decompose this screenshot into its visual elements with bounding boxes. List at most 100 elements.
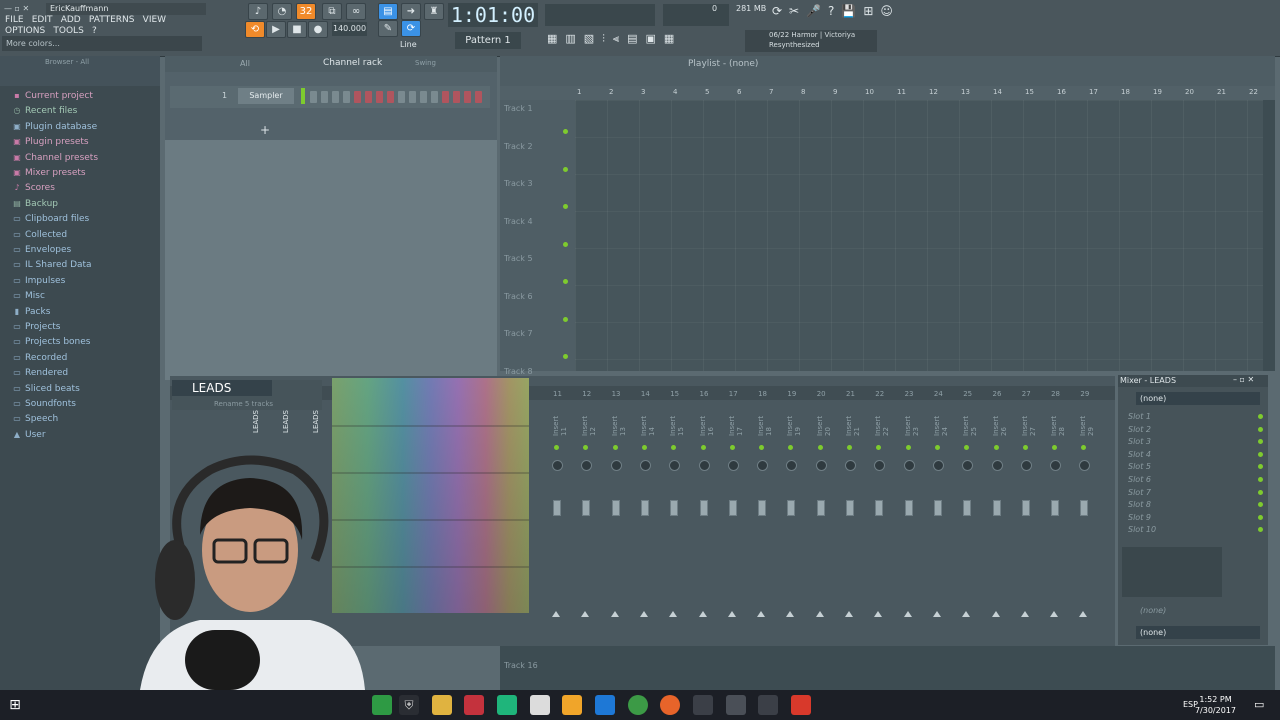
ruler-bar-number[interactable]: 2 xyxy=(609,88,613,96)
ruler-bar-number[interactable]: 8 xyxy=(801,88,805,96)
step-button[interactable] xyxy=(365,91,372,103)
step-edit-icon[interactable]: ⧉ xyxy=(322,3,342,20)
menu-help[interactable]: ? xyxy=(92,26,97,36)
tempo-display[interactable]: 140.000 xyxy=(332,22,367,36)
effect-slot[interactable]: Slot 9 xyxy=(1128,513,1151,522)
chrome-icon[interactable] xyxy=(628,695,648,715)
ruler-bar-number[interactable]: 3 xyxy=(641,88,645,96)
insert-name[interactable]: Insert 20 xyxy=(816,406,832,436)
volume-fader[interactable] xyxy=(933,500,942,516)
insert-name[interactable]: Insert 27 xyxy=(1021,406,1037,436)
browser-item[interactable]: ▭ Rendered xyxy=(12,365,68,380)
ruler-bar-number[interactable]: 10 xyxy=(865,88,874,96)
ruler-bar-number[interactable]: 13 xyxy=(961,88,970,96)
insert-name[interactable]: Insert 28 xyxy=(1050,406,1066,436)
ruler-bar-number[interactable]: 1 xyxy=(577,88,581,96)
insert-enable-led[interactable] xyxy=(612,445,618,450)
camera-app-icon[interactable] xyxy=(758,695,778,715)
app-teal-icon[interactable] xyxy=(497,695,517,715)
insert-name[interactable]: Insert 12 xyxy=(581,406,597,436)
route-arrow-icon[interactable] xyxy=(669,611,678,617)
track-16-label[interactable]: Track 16 xyxy=(504,661,538,670)
browser-item[interactable]: ▣ Plugin database xyxy=(12,119,97,134)
channel-filter[interactable]: All xyxy=(240,59,250,68)
browser-item[interactable]: ▭ Projects bones xyxy=(12,334,90,349)
volume-fader[interactable] xyxy=(875,500,884,516)
pan-knob[interactable] xyxy=(815,460,827,471)
route-arrow-icon[interactable] xyxy=(727,611,736,617)
typing-keyboard-icon[interactable]: ♪ xyxy=(248,3,268,20)
ruler-bar-number[interactable]: 11 xyxy=(897,88,906,96)
pan-knob[interactable] xyxy=(610,460,622,471)
slot-enable-led[interactable] xyxy=(1258,527,1263,533)
ruler-bar-number[interactable]: 22 xyxy=(1249,88,1258,96)
track-mute-led[interactable] xyxy=(563,316,568,322)
ruler-bar-number[interactable]: 17 xyxy=(1089,88,1098,96)
blend-notes-icon[interactable]: ∞ xyxy=(346,3,366,20)
route-arrow-icon[interactable] xyxy=(786,611,795,617)
volume-fader[interactable] xyxy=(582,500,591,516)
insert-enable-led[interactable] xyxy=(817,445,823,450)
step-button[interactable] xyxy=(464,91,471,103)
pan-knob[interactable] xyxy=(1020,460,1032,471)
mixer-output-selector[interactable]: (none) xyxy=(1136,626,1260,639)
volume-fader[interactable] xyxy=(640,500,649,516)
system-clock[interactable]: 1:52 PM 7/30/2017 xyxy=(1195,694,1236,716)
app-feather-icon[interactable] xyxy=(530,695,550,715)
track-mute-led[interactable] xyxy=(563,166,568,172)
countdown-button[interactable]: 32 xyxy=(296,3,316,20)
menu-file[interactable]: FILE xyxy=(5,15,24,25)
paint-tool-icon[interactable]: ⟳ xyxy=(401,20,421,37)
volume-fader[interactable] xyxy=(1021,500,1030,516)
volume-fader[interactable] xyxy=(699,500,708,516)
edge-icon[interactable] xyxy=(595,695,615,715)
mixer-output-top[interactable]: (none) xyxy=(1140,606,1166,615)
effect-slot[interactable]: Slot 2 xyxy=(1128,425,1151,434)
channel-number[interactable]: 1 xyxy=(222,91,227,100)
insert-name[interactable]: Insert 29 xyxy=(1079,406,1095,436)
insert-name[interactable]: Insert 17 xyxy=(728,406,744,436)
browser-item[interactable]: ▤ Backup xyxy=(12,196,58,211)
track-header[interactable]: Track 2 xyxy=(504,142,533,151)
pan-knob[interactable] xyxy=(991,460,1003,471)
volume-fader[interactable] xyxy=(1080,500,1089,516)
play-button[interactable]: ▶ xyxy=(266,21,286,38)
browser-item[interactable]: ▭ Speech xyxy=(12,411,58,426)
mixer-preset-selector[interactable]: (none) xyxy=(1136,392,1260,405)
insert-enable-led[interactable] xyxy=(583,445,589,450)
pan-knob[interactable] xyxy=(552,460,563,471)
browser-item[interactable]: ▲ User xyxy=(12,427,46,442)
pattern-mode-icon[interactable]: ▤ xyxy=(378,3,398,20)
route-arrow-icon[interactable] xyxy=(991,611,1000,617)
notification-icon[interactable]: ▭ xyxy=(1254,698,1264,711)
browser-item[interactable]: ♪ Scores xyxy=(12,180,54,195)
route-arrow-icon[interactable] xyxy=(698,611,707,617)
browser-item[interactable]: ▭ Recorded xyxy=(12,350,67,365)
menu-options[interactable]: OPTIONS xyxy=(5,26,45,36)
route-arrow-icon[interactable] xyxy=(1079,611,1088,617)
insert-enable-led[interactable] xyxy=(1052,445,1058,450)
route-arrow-icon[interactable] xyxy=(757,611,766,617)
menu-view[interactable]: VIEW xyxy=(143,15,166,25)
ruler-bar-number[interactable]: 20 xyxy=(1185,88,1194,96)
insert-enable-led[interactable] xyxy=(700,445,706,450)
volume-fader[interactable] xyxy=(758,500,767,516)
metronome-icon[interactable]: ◔ xyxy=(272,3,292,20)
channel-select-led[interactable] xyxy=(301,88,305,104)
effect-slot[interactable]: Slot 5 xyxy=(1128,462,1151,471)
insert-enable-led[interactable] xyxy=(876,445,882,450)
pan-knob[interactable] xyxy=(1079,460,1091,471)
insert-name[interactable]: Insert 16 xyxy=(699,406,715,436)
step-button[interactable] xyxy=(431,91,438,103)
step-button[interactable] xyxy=(442,91,449,103)
step-button[interactable] xyxy=(420,91,427,103)
slot-enable-led[interactable] xyxy=(1258,477,1263,482)
browser-item[interactable]: ▣ Mixer presets xyxy=(12,165,85,180)
browser-item[interactable]: ▪ Current project xyxy=(12,88,93,103)
route-arrow-icon[interactable] xyxy=(815,611,824,617)
menu-edit[interactable]: EDIT xyxy=(32,15,53,25)
add-channel-icon[interactable]: + xyxy=(260,123,270,137)
track-mute-led[interactable] xyxy=(563,279,568,284)
step-button[interactable] xyxy=(387,91,394,103)
effect-slot[interactable]: Slot 1 xyxy=(1128,412,1151,421)
